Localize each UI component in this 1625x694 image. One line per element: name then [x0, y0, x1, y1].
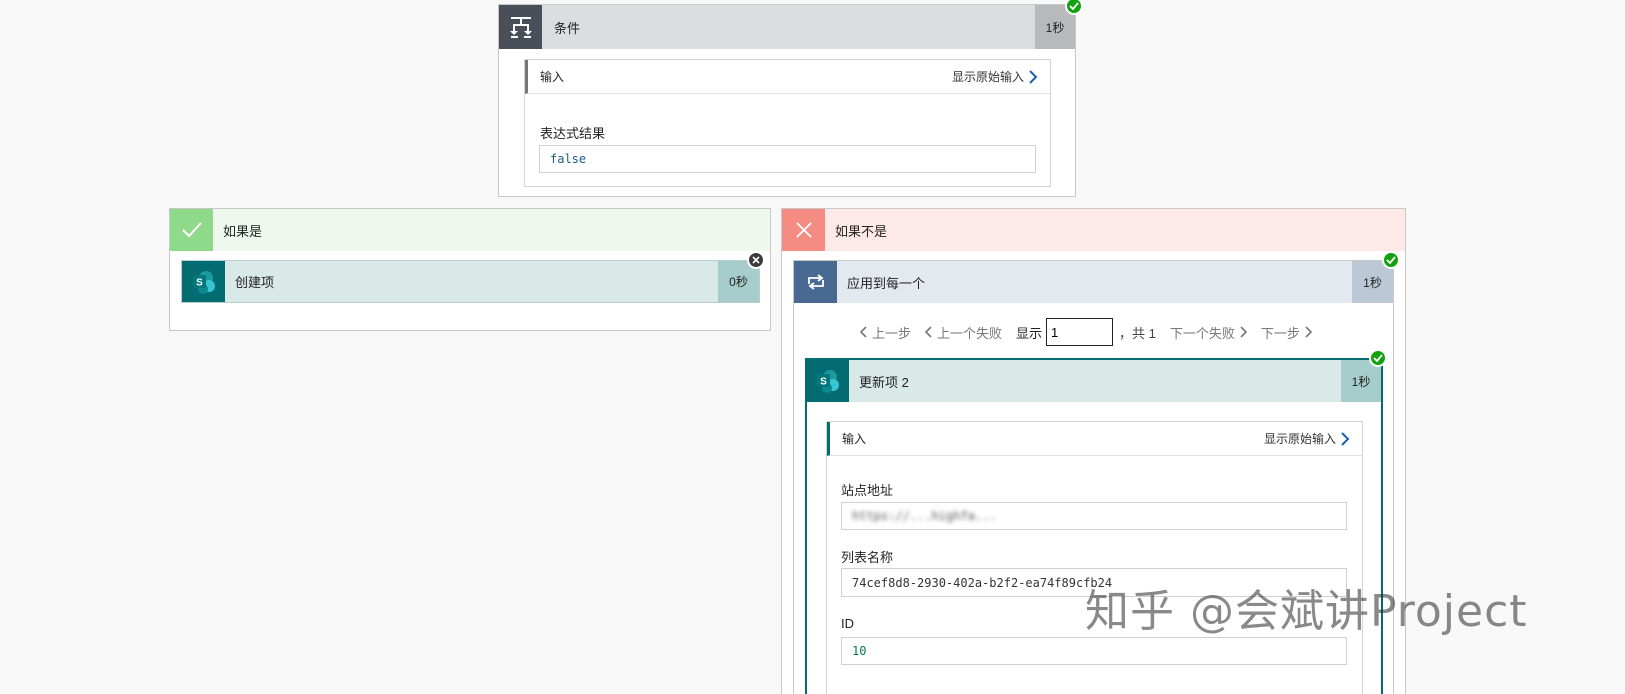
iteration-total: ，共 1: [1119, 325, 1156, 341]
list-name-label: 列表名称: [841, 550, 894, 565]
previous-label: 上一步: [872, 325, 912, 341]
chevron-right-icon: [1240, 326, 1247, 338]
next-failed-button[interactable]: 下一个失败: [1170, 323, 1247, 342]
previous-button[interactable]: 上一步: [860, 323, 911, 342]
expression-result-label: 表达式结果: [540, 126, 606, 141]
close-icon: [782, 209, 825, 251]
update-item-header[interactable]: S 更新项 2 1秒: [807, 360, 1381, 402]
condition-success-icon: [1065, 0, 1083, 15]
previous-failed-label: 上一个失败: [937, 325, 1003, 341]
update-item-title: 更新项 2: [859, 374, 909, 390]
create-item-skipped-icon: [747, 251, 765, 269]
chevron-right-icon[interactable]: [1028, 69, 1038, 84]
condition-card[interactable]: 条件 1秒 输入 显示原始输入 表达式结果 false: [498, 4, 1076, 197]
site-address-text: https://...highfa...: [852, 509, 997, 523]
if-yes-header[interactable]: 如果是: [170, 209, 770, 251]
if-yes-branch[interactable]: 如果是 S 创建项 0秒: [169, 208, 771, 331]
apply-to-each-header[interactable]: 应用到每一个 1秒: [794, 261, 1393, 303]
update-item-action[interactable]: S 更新项 2 1秒 输入 显示原始输入 站点地址 https://...hig…: [805, 358, 1383, 694]
update-inputs-header: 输入 显示原始输入: [827, 422, 1362, 456]
previous-failed-button[interactable]: 上一个失败: [925, 323, 1002, 342]
condition-header[interactable]: 条件 1秒: [499, 5, 1075, 49]
apply-to-each-success-icon: [1382, 251, 1400, 269]
condition-inputs-section: 输入 显示原始输入 表达式结果 false: [524, 59, 1051, 187]
id-value: 10: [841, 637, 1347, 665]
apply-to-each-title: 应用到每一个: [847, 275, 926, 291]
update-item-success-icon: [1369, 349, 1387, 367]
svg-text:S: S: [196, 277, 203, 288]
next-button[interactable]: 下一步: [1261, 323, 1312, 342]
next-label: 下一步: [1260, 325, 1300, 341]
iteration-pager: 上一步 上一个失败 显示 ，共 1 下一个失败 下一步: [860, 318, 1326, 346]
chevron-left-icon: [925, 326, 932, 338]
site-address-label: 站点地址: [841, 483, 894, 498]
sharepoint-icon: S: [807, 360, 849, 402]
if-no-header[interactable]: 如果不是: [782, 209, 1405, 251]
svg-text:S: S: [820, 377, 827, 388]
if-yes-title: 如果是: [223, 223, 263, 239]
chevron-right-icon[interactable]: [1340, 431, 1350, 446]
chevron-right-icon: [1305, 326, 1312, 338]
update-inputs-label: 输入: [842, 432, 867, 446]
condition-title: 条件: [554, 20, 581, 36]
site-address-value: https://...highfa...: [841, 502, 1347, 530]
show-label: 显示: [1016, 325, 1043, 341]
if-no-title: 如果不是: [835, 223, 888, 239]
condition-inputs-label: 输入: [540, 70, 565, 84]
create-item-header[interactable]: S 创建项 0秒: [182, 261, 759, 302]
id-label: ID: [841, 616, 854, 631]
update-show-raw-inputs-link[interactable]: 显示原始输入: [1264, 430, 1336, 447]
loop-icon: [794, 261, 837, 303]
watermark: 知乎 @会斌讲Project: [1085, 586, 1528, 637]
create-item-action[interactable]: S 创建项 0秒: [181, 260, 760, 303]
condition-inputs-header: 输入 显示原始输入: [525, 60, 1050, 94]
chevron-left-icon: [860, 326, 867, 338]
expression-result-value: false: [539, 145, 1036, 173]
sharepoint-icon: S: [182, 261, 225, 302]
condition-icon: [499, 5, 542, 49]
update-inputs-section: 输入 显示原始输入 站点地址 https://...highfa... 列表名称…: [826, 421, 1363, 694]
iteration-index-input[interactable]: [1046, 318, 1114, 346]
condition-show-raw-inputs-link[interactable]: 显示原始输入: [952, 68, 1024, 85]
check-icon: [170, 209, 213, 251]
create-item-title: 创建项: [235, 275, 275, 290]
next-failed-label: 下一个失败: [1169, 325, 1235, 341]
